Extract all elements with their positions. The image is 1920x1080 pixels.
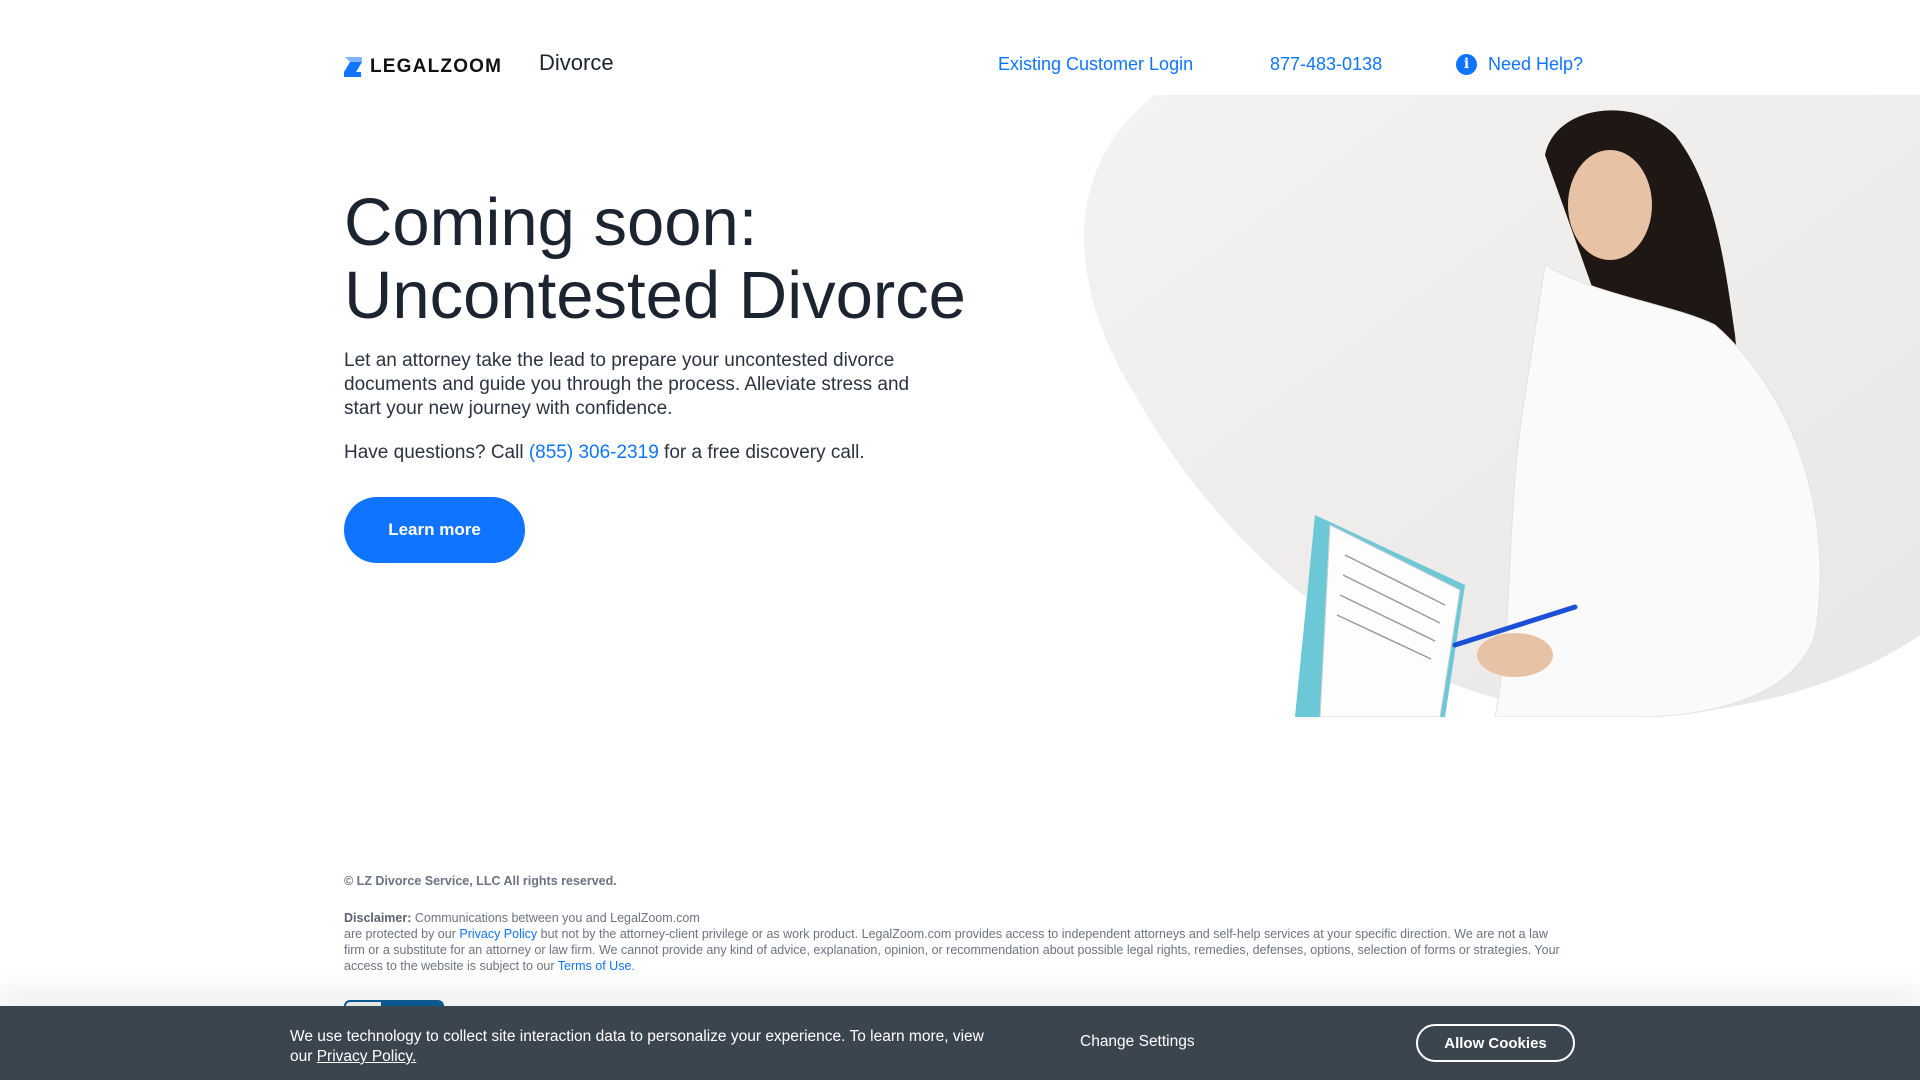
privacy-policy-link[interactable]: Privacy Policy [459,927,537,941]
phone-link[interactable]: 877-483-0138 [1270,54,1382,75]
disclaimer-part2: are protected by our [344,927,460,941]
site-header: LEGALZOOM Divorce Existing Customer Logi… [0,0,1920,95]
headline-line1: Coming soon: [344,185,758,260]
hero-photo [1084,95,1920,717]
cookie-text: We use technology to collect site intera… [290,1027,1010,1067]
headline-line2: Uncontested Divorce [344,258,966,333]
change-settings-button[interactable]: Change Settings [1080,1033,1195,1051]
discovery-call-phone-link[interactable]: (855) 306-2319 [529,442,659,463]
disclaimer-label: Disclaimer: [344,911,412,925]
questions-suffix: for a free discovery call. [658,442,865,463]
intro-text: Let an attorney take the lead to prepare… [344,350,910,419]
legalzoom-logo[interactable]: LEGALZOOM [344,56,502,78]
hand [1477,633,1553,677]
need-help-link[interactable]: Need Help? [1488,54,1583,75]
allow-cookies-button[interactable]: Allow Cookies [1416,1024,1575,1062]
info-icon[interactable]: i [1456,54,1477,75]
logo-text: LEGALZOOM [370,56,503,77]
questions-prefix: Have questions? Call [344,442,529,463]
questions-text: Have questions? Call (855) 306-2319 for … [344,441,865,465]
existing-customer-login-link[interactable]: Existing Customer Login [998,54,1193,75]
disclaimer-end: . [631,959,635,973]
cookie-privacy-policy-link[interactable]: Privacy Policy. [317,1048,417,1065]
legalzoom-z-icon [344,57,362,77]
page-title: Coming soon: Uncontested Divorce [344,186,984,332]
cookie-banner: We use technology to collect site intera… [0,1006,1920,1080]
woman-face [1568,150,1652,260]
copyright: © LZ Divorce Service, LLC All rights res… [344,874,617,888]
disclaimer-line1: Communications between you and LegalZoom… [411,911,700,925]
disclaimer: Disclaimer: Communications between you a… [344,910,1569,974]
section-title: Divorce [539,50,614,75]
terms-of-use-link[interactable]: Terms of Use [558,959,632,973]
learn-more-button[interactable]: Learn more [344,497,525,563]
